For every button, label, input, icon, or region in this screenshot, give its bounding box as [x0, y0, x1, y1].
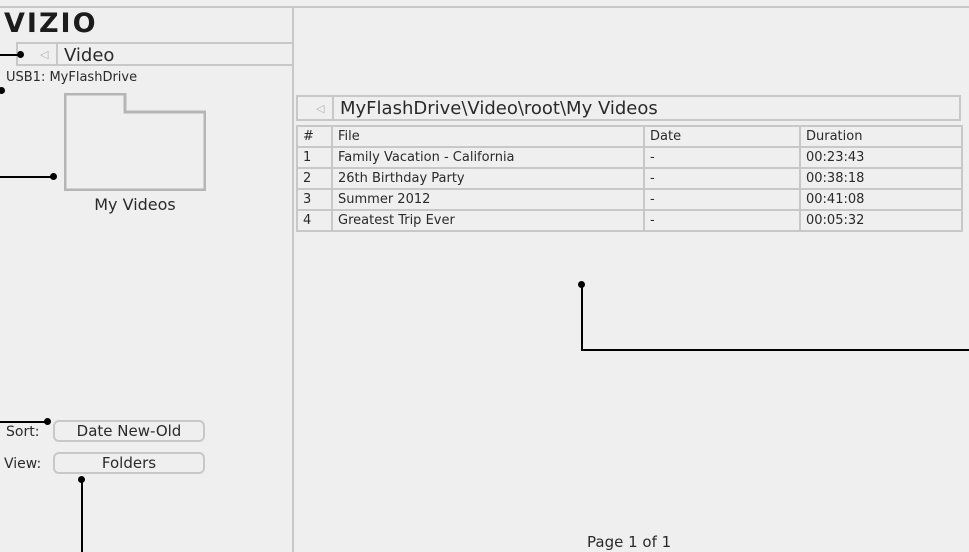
folder-label: My Videos — [94, 195, 176, 214]
row-file: Greatest Trip Ever — [331, 209, 645, 232]
callout-line-sort — [0, 421, 48, 423]
table-row[interactable]: 1 Family Vacation - California - 00:23:4… — [296, 146, 963, 169]
column-header-number: # — [296, 125, 333, 148]
breadcrumb-divider — [56, 44, 58, 64]
view-button[interactable]: Folders — [53, 452, 205, 474]
sort-label: Sort: — [6, 424, 40, 440]
row-number: 3 — [296, 188, 333, 211]
table-row[interactable]: 3 Summer 2012 - 00:41:08 — [296, 188, 963, 211]
callout-dot-folder — [50, 173, 57, 180]
folder-icon — [64, 93, 206, 191]
column-header-duration: Duration — [799, 125, 963, 148]
page-indicator: Page 1 of 1 — [587, 533, 672, 551]
path-breadcrumb[interactable]: ◁ MyFlashDrive\Video\root\My Videos — [296, 95, 961, 121]
row-date: - — [643, 146, 801, 169]
back-arrow-icon[interactable]: ◁ — [40, 48, 48, 61]
callout-line-filelist-vertical — [581, 285, 583, 350]
path-label: MyFlashDrive\Video\root\My Videos — [340, 98, 658, 119]
view-label: View: — [4, 456, 42, 472]
column-header-file: File — [331, 125, 645, 148]
row-file: Summer 2012 — [331, 188, 645, 211]
callout-line-filelist-horizontal — [581, 349, 969, 351]
callout-dot-filelist — [578, 281, 585, 288]
breadcrumb-label: Video — [64, 45, 115, 66]
row-duration: 00:23:43 — [799, 146, 963, 169]
sort-button[interactable]: Date New-Old — [53, 420, 205, 442]
callout-dot-sort — [44, 418, 51, 425]
source-device-label: USB1: MyFlashDrive — [6, 70, 138, 85]
path-divider — [332, 97, 334, 119]
row-duration: 00:41:08 — [799, 188, 963, 211]
row-duration: 00:05:32 — [799, 209, 963, 232]
row-date: - — [643, 167, 801, 190]
file-list-panel — [294, 6, 969, 552]
row-date: - — [643, 209, 801, 232]
table-header-row: # File Date Duration — [296, 125, 963, 148]
row-number: 2 — [296, 167, 333, 190]
row-number: 4 — [296, 209, 333, 232]
callout-line-folder — [0, 176, 54, 178]
table-row[interactable]: 4 Greatest Trip Ever - 00:05:32 — [296, 209, 963, 232]
path-back-arrow-icon[interactable]: ◁ — [316, 102, 324, 115]
file-table: # File Date Duration 1 Family Vacation -… — [296, 125, 963, 232]
callout-dot-breadcrumb — [17, 51, 24, 58]
breadcrumb[interactable]: ◁ Video — [16, 42, 294, 66]
folder-tile-my-videos[interactable] — [64, 93, 206, 191]
row-file: 26th Birthday Party — [331, 167, 645, 190]
callout-line-view — [81, 480, 83, 552]
row-number: 1 — [296, 146, 333, 169]
row-date: - — [643, 188, 801, 211]
row-file: Family Vacation - California — [331, 146, 645, 169]
callout-dot-view — [78, 476, 85, 483]
vizio-logo: VIZIO — [4, 8, 98, 39]
table-row[interactable]: 2 26th Birthday Party - 00:38:18 — [296, 167, 963, 190]
row-duration: 00:38:18 — [799, 167, 963, 190]
column-header-date: Date — [643, 125, 801, 148]
